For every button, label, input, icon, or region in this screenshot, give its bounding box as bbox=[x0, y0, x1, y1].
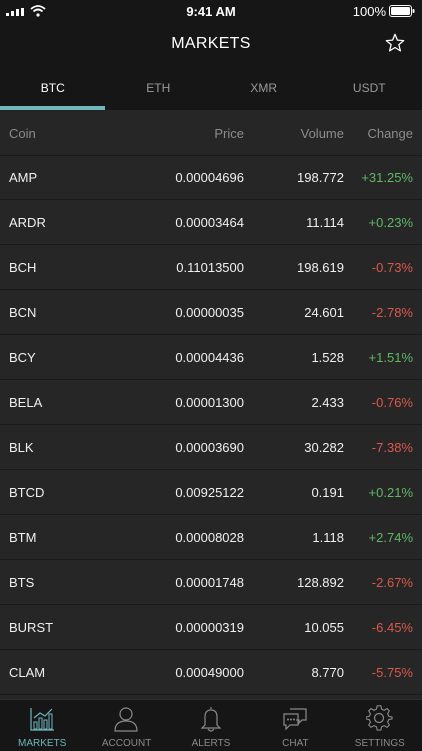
market-tabs: BTC ETH XMR USDT bbox=[0, 66, 422, 110]
coin-price: 0.00925122 bbox=[175, 485, 244, 500]
column-change: Change bbox=[367, 126, 413, 141]
tab-usdt[interactable]: USDT bbox=[317, 66, 422, 110]
coin-volume: 30.282 bbox=[304, 440, 344, 455]
coin-change: -0.73% bbox=[372, 260, 413, 275]
tabbar-chat[interactable]: CHAT bbox=[253, 700, 337, 751]
coin-change: +0.21% bbox=[369, 485, 413, 500]
tab-xmr[interactable]: XMR bbox=[211, 66, 317, 110]
coin-volume: 1.118 bbox=[312, 530, 344, 545]
coin-symbol: AMP bbox=[9, 170, 37, 185]
coin-price: 0.00003690 bbox=[175, 440, 244, 455]
coin-symbol: BCN bbox=[9, 305, 36, 320]
coin-volume: 24.601 bbox=[304, 305, 344, 320]
coin-price: 0.00003464 bbox=[175, 215, 244, 230]
tabbar-account[interactable]: ACCOUNT bbox=[84, 700, 168, 751]
person-icon bbox=[112, 705, 140, 733]
table-row[interactable]: BCN 0.00000035 24.601 -2.78% bbox=[0, 290, 422, 335]
status-bar: 9:41 AM 100% bbox=[0, 0, 422, 22]
market-list: AMP 0.00004696 198.772 +31.25% ARDR 0.0000346… bbox=[0, 155, 422, 695]
coin-price: 0.00004436 bbox=[175, 350, 244, 365]
column-price: Price bbox=[214, 126, 244, 141]
coin-volume: 128.892 bbox=[297, 575, 344, 590]
table-row[interactable]: BURST 0.00000319 10.055 -6.45% bbox=[0, 605, 422, 650]
table-row[interactable]: BTS 0.00001748 128.892 -2.67% bbox=[0, 560, 422, 605]
coin-change: +2.74% bbox=[369, 530, 413, 545]
coin-change: -6.45% bbox=[372, 620, 413, 635]
coin-symbol: BTM bbox=[9, 530, 36, 545]
battery-icon bbox=[389, 5, 415, 17]
coin-change: -2.78% bbox=[372, 305, 413, 320]
column-volume: Volume bbox=[301, 126, 344, 141]
coin-volume: 2.433 bbox=[311, 395, 344, 410]
coin-volume: 198.772 bbox=[297, 170, 344, 185]
coin-symbol: BELA bbox=[9, 395, 42, 410]
coin-volume: 11.114 bbox=[306, 215, 344, 230]
coin-change: -2.67% bbox=[372, 575, 413, 590]
coin-change: -7.38% bbox=[372, 440, 413, 455]
coin-price: 0.00008028 bbox=[175, 530, 244, 545]
coin-price: 0.00001748 bbox=[175, 575, 244, 590]
table-row[interactable]: BCH 0.11013500 198.619 -0.73% bbox=[0, 245, 422, 290]
tabbar-settings[interactable]: SETTINGS bbox=[338, 700, 422, 751]
table-row[interactable]: CLAM 0.00049000 8.770 -5.75% bbox=[0, 650, 422, 695]
coin-symbol: ARDR bbox=[9, 215, 46, 230]
coin-symbol: BTCD bbox=[9, 485, 44, 500]
coin-volume: 10.055 bbox=[304, 620, 344, 635]
coin-price: 0.00004696 bbox=[175, 170, 244, 185]
coin-price: 0.00000319 bbox=[175, 620, 244, 635]
coin-symbol: BTS bbox=[9, 575, 34, 590]
coin-change: +0.23% bbox=[369, 215, 413, 230]
table-row[interactable]: AMP 0.00004696 198.772 +31.25% bbox=[0, 155, 422, 200]
coin-price: 0.00000035 bbox=[175, 305, 244, 320]
table-row[interactable]: ARDR 0.00003464 11.114 +0.23% bbox=[0, 200, 422, 245]
column-coin: Coin bbox=[9, 126, 36, 141]
tabbar-chat-label: CHAT bbox=[253, 738, 337, 749]
coin-price: 0.00001300 bbox=[175, 395, 244, 410]
tab-btc[interactable]: BTC bbox=[0, 66, 106, 110]
coin-change: -5.75% bbox=[372, 665, 413, 680]
coin-volume: 0.191 bbox=[311, 485, 344, 500]
coin-symbol: BCY bbox=[9, 350, 36, 365]
battery-percent: 100% bbox=[353, 4, 386, 19]
gear-icon bbox=[366, 705, 394, 733]
star-icon[interactable] bbox=[384, 32, 406, 54]
tabbar-account-label: ACCOUNT bbox=[84, 738, 168, 749]
column-header: Coin Price Volume Change bbox=[0, 110, 422, 156]
tabbar-alerts[interactable]: ALERTS bbox=[169, 700, 253, 751]
bottom-tab-bar: MARKETS ACCOUNT ALERTS CHAT SETTINGS bbox=[0, 699, 422, 751]
chat-icon bbox=[281, 705, 309, 733]
coin-volume: 8.770 bbox=[311, 665, 344, 680]
nav-header: MARKETS bbox=[0, 22, 422, 66]
coin-change: +1.51% bbox=[369, 350, 413, 365]
coin-symbol: CLAM bbox=[9, 665, 45, 680]
coin-volume: 198.619 bbox=[297, 260, 344, 275]
tabbar-markets-label: MARKETS bbox=[0, 738, 84, 749]
tabbar-settings-label: SETTINGS bbox=[338, 738, 422, 749]
tab-eth[interactable]: ETH bbox=[106, 66, 212, 110]
tabbar-alerts-label: ALERTS bbox=[169, 738, 253, 749]
table-row[interactable]: BLK 0.00003690 30.282 -7.38% bbox=[0, 425, 422, 470]
table-row[interactable]: BCY 0.00004436 1.528 +1.51% bbox=[0, 335, 422, 380]
page-title: MARKETS bbox=[0, 35, 422, 53]
bell-icon bbox=[197, 705, 225, 733]
coin-change: -0.76% bbox=[372, 395, 413, 410]
coin-symbol: BCH bbox=[9, 260, 36, 275]
coin-volume: 1.528 bbox=[311, 350, 344, 365]
tabbar-markets[interactable]: MARKETS bbox=[0, 700, 84, 751]
table-row[interactable]: BTM 0.00008028 1.118 +2.74% bbox=[0, 515, 422, 560]
coin-price: 0.11013500 bbox=[176, 260, 244, 275]
table-row[interactable]: BTCD 0.00925122 0.191 +0.21% bbox=[0, 470, 422, 515]
coin-change: +31.25% bbox=[361, 170, 413, 185]
coin-symbol: BLK bbox=[9, 440, 34, 455]
chart-icon bbox=[28, 705, 56, 733]
coin-symbol: BURST bbox=[9, 620, 53, 635]
table-row[interactable]: BELA 0.00001300 2.433 -0.76% bbox=[0, 380, 422, 425]
coin-price: 0.00049000 bbox=[175, 665, 244, 680]
